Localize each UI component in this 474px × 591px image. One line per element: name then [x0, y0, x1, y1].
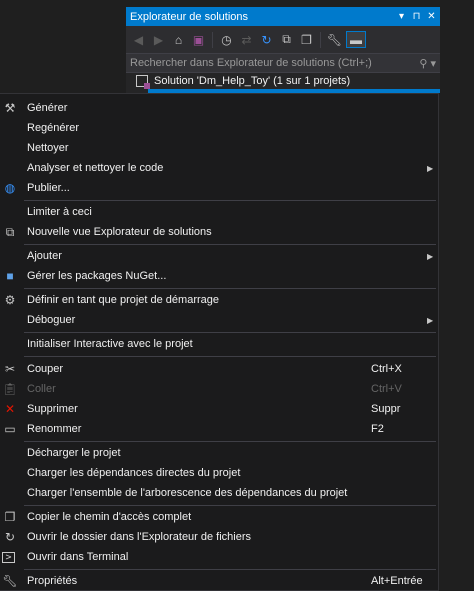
solution-tree-item[interactable]: Solution 'Dm_Help_Toy' (1 sur 1 projets)	[126, 73, 440, 89]
window-position-icon[interactable]: ▾	[395, 10, 408, 23]
toolbar-divider	[320, 31, 321, 48]
menu-item-new-view[interactable]: ⧉ Nouvelle vue Explorateur de solutions	[0, 222, 438, 242]
terminal-icon: >	[2, 551, 15, 563]
switch-views-icon[interactable]: ▣	[190, 31, 207, 48]
properties-wrench-icon[interactable]: 🔧︎	[326, 31, 343, 48]
sync-icon[interactable]: ⇄	[238, 31, 255, 48]
menu-divider	[24, 569, 436, 570]
menu-item-build[interactable]: ⚒ Générer	[0, 98, 438, 118]
menu-item-open-folder[interactable]: ↻ Ouvrir le dossier dans l'Explorateur d…	[0, 527, 438, 547]
paste-icon: 📋︎	[2, 382, 18, 396]
show-all-files-icon[interactable]: ❐	[298, 31, 315, 48]
context-menu: ⚒ Générer Regénérer Nettoyer Analyser et…	[0, 93, 439, 591]
menu-item-load-direct-deps[interactable]: Charger les dépendances directes du proj…	[0, 463, 438, 483]
menu-item-unload-project[interactable]: Décharger le projet	[0, 443, 438, 463]
solution-explorer-titlebar: Explorateur de solutions ▾ ⊓ ✕	[126, 7, 440, 26]
menu-item-paste: 📋︎ Coller Ctrl+V	[2, 382, 402, 396]
search-input[interactable]: Rechercher dans Explorateur de solutions…	[130, 57, 419, 69]
menu-item-set-startup[interactable]: ⚙ Définir en tant que projet de démarrag…	[0, 290, 438, 310]
menu-divider	[24, 200, 436, 201]
build-icon: ⚒	[4, 101, 16, 115]
solution-explorer-panel: Explorateur de solutions ▾ ⊓ ✕ ◀ ▶ ⌂ ▣ ◷…	[126, 7, 440, 93]
refresh-arrow-icon: ↻	[4, 530, 16, 544]
menu-divider	[24, 356, 436, 357]
submenu-arrow-icon: ▶	[427, 163, 434, 173]
nuget-icon: ■	[6, 269, 14, 283]
menu-item-rebuild[interactable]: Regénérer	[0, 118, 438, 138]
menu-item-properties[interactable]: 🔧︎ Propriétés Alt+Entrée	[0, 571, 438, 591]
toolbar-divider	[212, 31, 213, 48]
menu-item-cut[interactable]: ✂ Couper Ctrl+X	[0, 359, 438, 379]
pin-icon[interactable]: ⊓	[410, 10, 423, 23]
home-icon[interactable]: ⌂	[170, 31, 187, 48]
pending-changes-icon[interactable]: ◷	[218, 31, 235, 48]
menu-item-copy-full-path[interactable]: ❐ Copier le chemin d'accès complet	[0, 507, 438, 527]
menu-item-analyze[interactable]: Analyser et nettoyer le code ▶	[0, 158, 438, 178]
menu-item-delete[interactable]: ✕ Supprimer Suppr	[0, 399, 438, 419]
menu-item-publish[interactable]: ◍ Publier...	[0, 178, 438, 198]
refresh-icon[interactable]: ↻	[258, 31, 275, 48]
menu-divider	[24, 244, 436, 245]
submenu-arrow-icon: ▶	[427, 251, 434, 261]
menu-item-manage-nuget[interactable]: ■ Gérer les packages NuGet...	[0, 266, 438, 286]
submenu-arrow-icon: ▶	[427, 315, 434, 325]
menu-item-rename[interactable]: ▭ Renommer F2	[0, 419, 438, 439]
gear-icon: ⚙	[4, 293, 16, 307]
close-icon[interactable]: ✕	[425, 10, 438, 23]
menu-divider	[24, 332, 436, 333]
solution-icon	[136, 75, 150, 89]
menu-item-clean[interactable]: Nettoyer	[0, 138, 438, 158]
back-icon[interactable]: ◀	[130, 31, 147, 48]
menu-item-scope-to-this[interactable]: Limiter à ceci	[0, 202, 438, 222]
collapse-all-icon[interactable]: ⧉	[278, 31, 295, 48]
solution-explorer-title: Explorateur de solutions	[130, 10, 249, 23]
globe-icon: ◍	[4, 181, 16, 195]
forward-icon[interactable]: ▶	[150, 31, 167, 48]
search-icon[interactable]: ⚲ ▾	[419, 57, 436, 70]
menu-divider	[24, 441, 436, 442]
copy-icon: ❐	[4, 510, 16, 524]
menu-divider	[24, 288, 436, 289]
solution-explorer-search[interactable]: Rechercher dans Explorateur de solutions…	[126, 54, 440, 73]
new-view-icon: ⧉	[5, 224, 15, 239]
menu-item-add[interactable]: Ajouter ▶	[0, 246, 438, 266]
delete-icon: ✕	[4, 402, 16, 416]
scissors-icon: ✂	[4, 362, 16, 376]
wrench-icon: 🔧︎	[2, 574, 18, 588]
menu-divider	[24, 505, 436, 506]
menu-item-open-terminal[interactable]: > Ouvrir dans Terminal	[0, 547, 438, 567]
solution-label: Solution 'Dm_Help_Toy' (1 sur 1 projets)	[154, 75, 351, 87]
menu-item-load-full-deps[interactable]: Charger l'ensemble de l'arborescence des…	[0, 483, 438, 503]
menu-item-debug[interactable]: Déboguer ▶	[0, 310, 438, 330]
menu-item-init-interactive[interactable]: Initialiser Interactive avec le projet	[0, 334, 438, 354]
solution-explorer-toolbar: ◀ ▶ ⌂ ▣ ◷ ⇄ ↻ ⧉ ❐ 🔧︎ ▬	[126, 26, 440, 54]
rename-icon: ▭	[4, 422, 16, 436]
preview-selected-icon[interactable]: ▬	[346, 31, 366, 48]
